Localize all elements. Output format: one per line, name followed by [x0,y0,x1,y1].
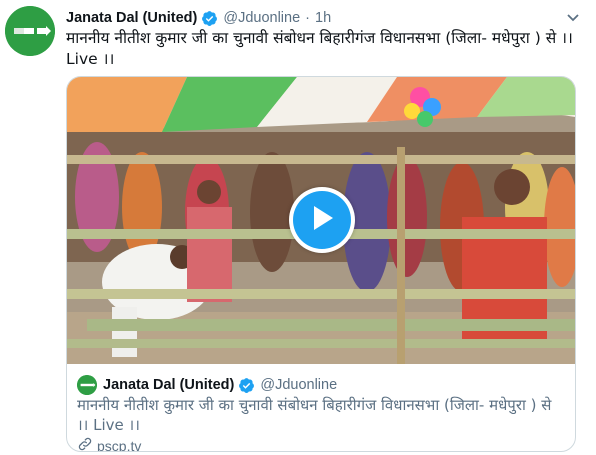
play-icon [309,204,335,236]
chevron-down-icon [566,8,580,27]
play-button[interactable] [289,187,355,253]
separator-dot: · [305,10,310,26]
video-thumbnail[interactable] [67,77,575,364]
tweet-header: Janata Dal (United) @Jduonline · 1h [66,7,331,29]
quoted-author-handle: @Jduonline [260,377,338,393]
tweet-text: माननीय नीतीश कुमार जी का चुनावी संबोधन ब… [66,29,573,68]
quoted-author-avatar [77,375,97,395]
card-link[interactable]: pscp.tv [77,436,141,451]
quoted-tweet-card[interactable]: Janata Dal (United) @Jduonline माननीय नी… [66,76,576,452]
link-icon [77,436,93,451]
tweet[interactable]: Janata Dal (United) @Jduonline · 1h मानन… [0,0,596,455]
quoted-tweet-header: Janata Dal (United) @Jduonline [77,375,337,395]
author-avatar[interactable] [5,6,55,56]
quoted-tweet-text: माननीय नीतीश कुमार जी का चुनावी संबोधन ब… [77,396,552,434]
verified-badge-icon [238,377,255,394]
tweet-timestamp[interactable]: 1h [315,10,331,26]
link-domain[interactable]: pscp.tv [97,438,141,451]
author-name[interactable]: Janata Dal (United) [66,10,197,26]
author-handle[interactable]: @Jduonline [223,10,300,26]
quoted-author-name: Janata Dal (United) [103,377,235,393]
more-options-button[interactable] [562,8,584,26]
verified-badge-icon [201,10,218,27]
